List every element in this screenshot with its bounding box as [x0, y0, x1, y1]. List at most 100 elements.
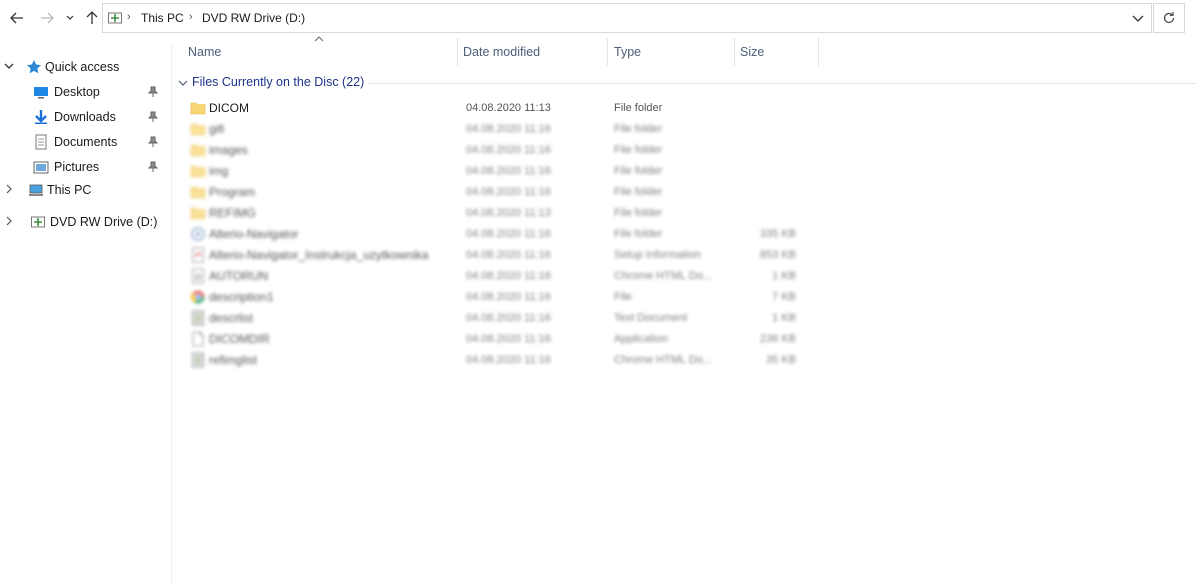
file-type: File folder: [614, 123, 663, 135]
breadcrumb-dvd-drive[interactable]: DVD RW Drive (D:): [202, 11, 305, 25]
file-name: refimglist: [209, 353, 258, 367]
chevron-down-icon: [66, 15, 74, 20]
nav-item-desktop[interactable]: Desktop: [0, 81, 170, 103]
downloads-icon: [35, 110, 47, 124]
file-row[interactable]: descrlist 04.08.2020 11:16 Text Document 1 …: [176, 308, 1196, 329]
file-type: Text Document: [614, 312, 688, 324]
nav-item-pictures[interactable]: Pictures: [0, 156, 170, 178]
pin-icon[interactable]: [148, 86, 158, 98]
nav-this-pc-label: This PC: [47, 183, 92, 197]
file-size: 236 KB: [759, 333, 796, 345]
file-name: img: [209, 164, 229, 178]
refresh-button[interactable]: [1153, 3, 1185, 33]
file-row[interactable]: Program 04.08.2020 11:16 File folder: [176, 182, 1196, 203]
file-row[interactable]: img 04.08.2020 11:16 File folder: [176, 161, 1196, 182]
file-type: File folder: [614, 165, 663, 177]
nav-this-pc[interactable]: This PC: [0, 179, 170, 201]
file-row[interactable]: Alterio-Navigator_Instrukcja_uzytkownika…: [176, 245, 1196, 266]
file-type: File folder: [614, 144, 663, 156]
pin-icon[interactable]: [148, 111, 158, 123]
file-type: Chrome HTML Do...: [614, 354, 713, 366]
file-size: 7 KB: [772, 291, 796, 303]
folder-icon: [190, 186, 206, 199]
file-type: Application: [614, 333, 668, 345]
folder-icon: [190, 102, 206, 115]
column-header-name[interactable]: Name: [182, 38, 456, 66]
chevron-down-icon[interactable]: [4, 61, 14, 71]
nav-quick-access[interactable]: Quick access: [0, 56, 170, 78]
group-header[interactable]: Files Currently on the Disc (22): [176, 72, 1196, 94]
file-row[interactable]: DICOMDIR 04.08.2020 11:16 Application 236 K…: [176, 329, 1196, 350]
nav-dvd-drive[interactable]: DVD RW Drive (D:): [0, 211, 170, 233]
back-button[interactable]: [6, 6, 28, 30]
file-type: File folder: [614, 207, 663, 219]
breadcrumb-separator-icon: ›: [127, 11, 131, 23]
arrow-up-icon: [86, 11, 98, 24]
file-type: Chrome HTML Do...: [614, 270, 713, 282]
nav-dvd-drive-label: DVD RW Drive (D:): [50, 215, 158, 229]
file-name: description1: [209, 290, 274, 304]
column-header-type[interactable]: Type: [608, 38, 734, 66]
computer-icon: [29, 184, 43, 196]
file-name: gifi: [209, 122, 225, 136]
notepad-icon: [192, 310, 204, 326]
file-date-modified: 04.08.2020 11:13: [466, 102, 551, 114]
group-label: Files Currently on the Disc (22): [192, 75, 365, 89]
breadcrumb-separator-icon: ›: [189, 11, 193, 23]
file-row[interactable]: Alterio-Navigator 04.08.2020 11:16 File fo…: [176, 224, 1196, 245]
file-type: File folder: [614, 186, 663, 198]
chevron-right-icon[interactable]: [4, 216, 14, 226]
nav-item-downloads[interactable]: Downloads: [0, 106, 170, 128]
file-date-modified: 04.08.2020 11:16: [466, 144, 551, 156]
address-bar[interactable]: › This PC › DVD RW Drive (D:): [102, 3, 1152, 33]
recent-locations-button[interactable]: [62, 6, 78, 30]
column-header-size[interactable]: Size: [734, 38, 818, 66]
file-row[interactable]: description1 04.08.2020 11:16 File 7 KB: [176, 287, 1196, 308]
dvd-drive-icon: [108, 12, 122, 24]
file-row[interactable]: DICOM 04.08.2020 11:13 File folder: [176, 98, 1196, 119]
file-name: DICOMDIR: [209, 332, 270, 346]
group-divider: [368, 83, 1196, 84]
blank-file-icon: [192, 331, 204, 347]
address-toolbar: › This PC › DVD RW Drive (D:): [0, 0, 1196, 36]
dvd-drive-icon: [31, 216, 45, 228]
pictures-icon: [33, 161, 49, 174]
file-name: Alterio-Navigator_Instrukcja_uzytkownika: [209, 248, 429, 262]
file-row[interactable]: REFIMG 04.08.2020 11:13 File folder: [176, 203, 1196, 224]
file-list: DICOM 04.08.2020 11:13 File folder gifi 04.0…: [176, 98, 1196, 371]
file-name: DICOM: [209, 101, 249, 115]
nav-item-documents[interactable]: Documents: [0, 131, 170, 153]
up-button[interactable]: [82, 6, 102, 30]
folder-icon: [190, 144, 206, 157]
chevron-down-icon[interactable]: [178, 78, 188, 88]
breadcrumb-this-pc[interactable]: This PC: [141, 11, 184, 25]
pin-icon[interactable]: [148, 161, 158, 173]
nav-item-label: Pictures: [54, 160, 100, 174]
file-date-modified: 04.08.2020 11:13: [466, 207, 551, 219]
arrow-right-icon: [41, 12, 54, 24]
file-row[interactable]: AUTORUN 04.08.2020 11:16 Chrome HTML Do...…: [176, 266, 1196, 287]
file-row[interactable]: gifi 04.08.2020 11:16 File folder: [176, 119, 1196, 140]
chevron-right-icon[interactable]: [4, 184, 14, 194]
file-type: File folder: [614, 228, 663, 240]
file-row[interactable]: refimglist 04.08.2020 11:16 Chrome HTML Do…: [176, 350, 1196, 371]
file-type: File folder: [614, 102, 663, 114]
forward-button[interactable]: [36, 6, 58, 30]
column-divider[interactable]: [818, 38, 819, 66]
navigation-pane: Quick access Desktop Downloads Documents…: [0, 44, 172, 584]
file-name: images: [209, 143, 248, 157]
file-date-modified: 04.08.2020 11:16: [466, 333, 551, 345]
file-date-modified: 04.08.2020 11:16: [466, 249, 551, 261]
notepad-icon: [192, 352, 204, 368]
pin-icon[interactable]: [148, 136, 158, 148]
settings-file-icon: [192, 268, 204, 284]
folder-icon: [190, 165, 206, 178]
file-size: 853 KB: [759, 249, 796, 261]
column-header-date-modified[interactable]: Date modified: [457, 38, 607, 66]
file-date-modified: 04.08.2020 11:16: [466, 354, 551, 366]
file-date-modified: 04.08.2020 11:16: [466, 291, 551, 303]
pdf-icon: [192, 247, 204, 263]
address-history-chevron-icon[interactable]: [1131, 12, 1145, 24]
file-date-modified: 04.08.2020 11:16: [466, 270, 551, 282]
file-row[interactable]: images 04.08.2020 11:16 File folder: [176, 140, 1196, 161]
